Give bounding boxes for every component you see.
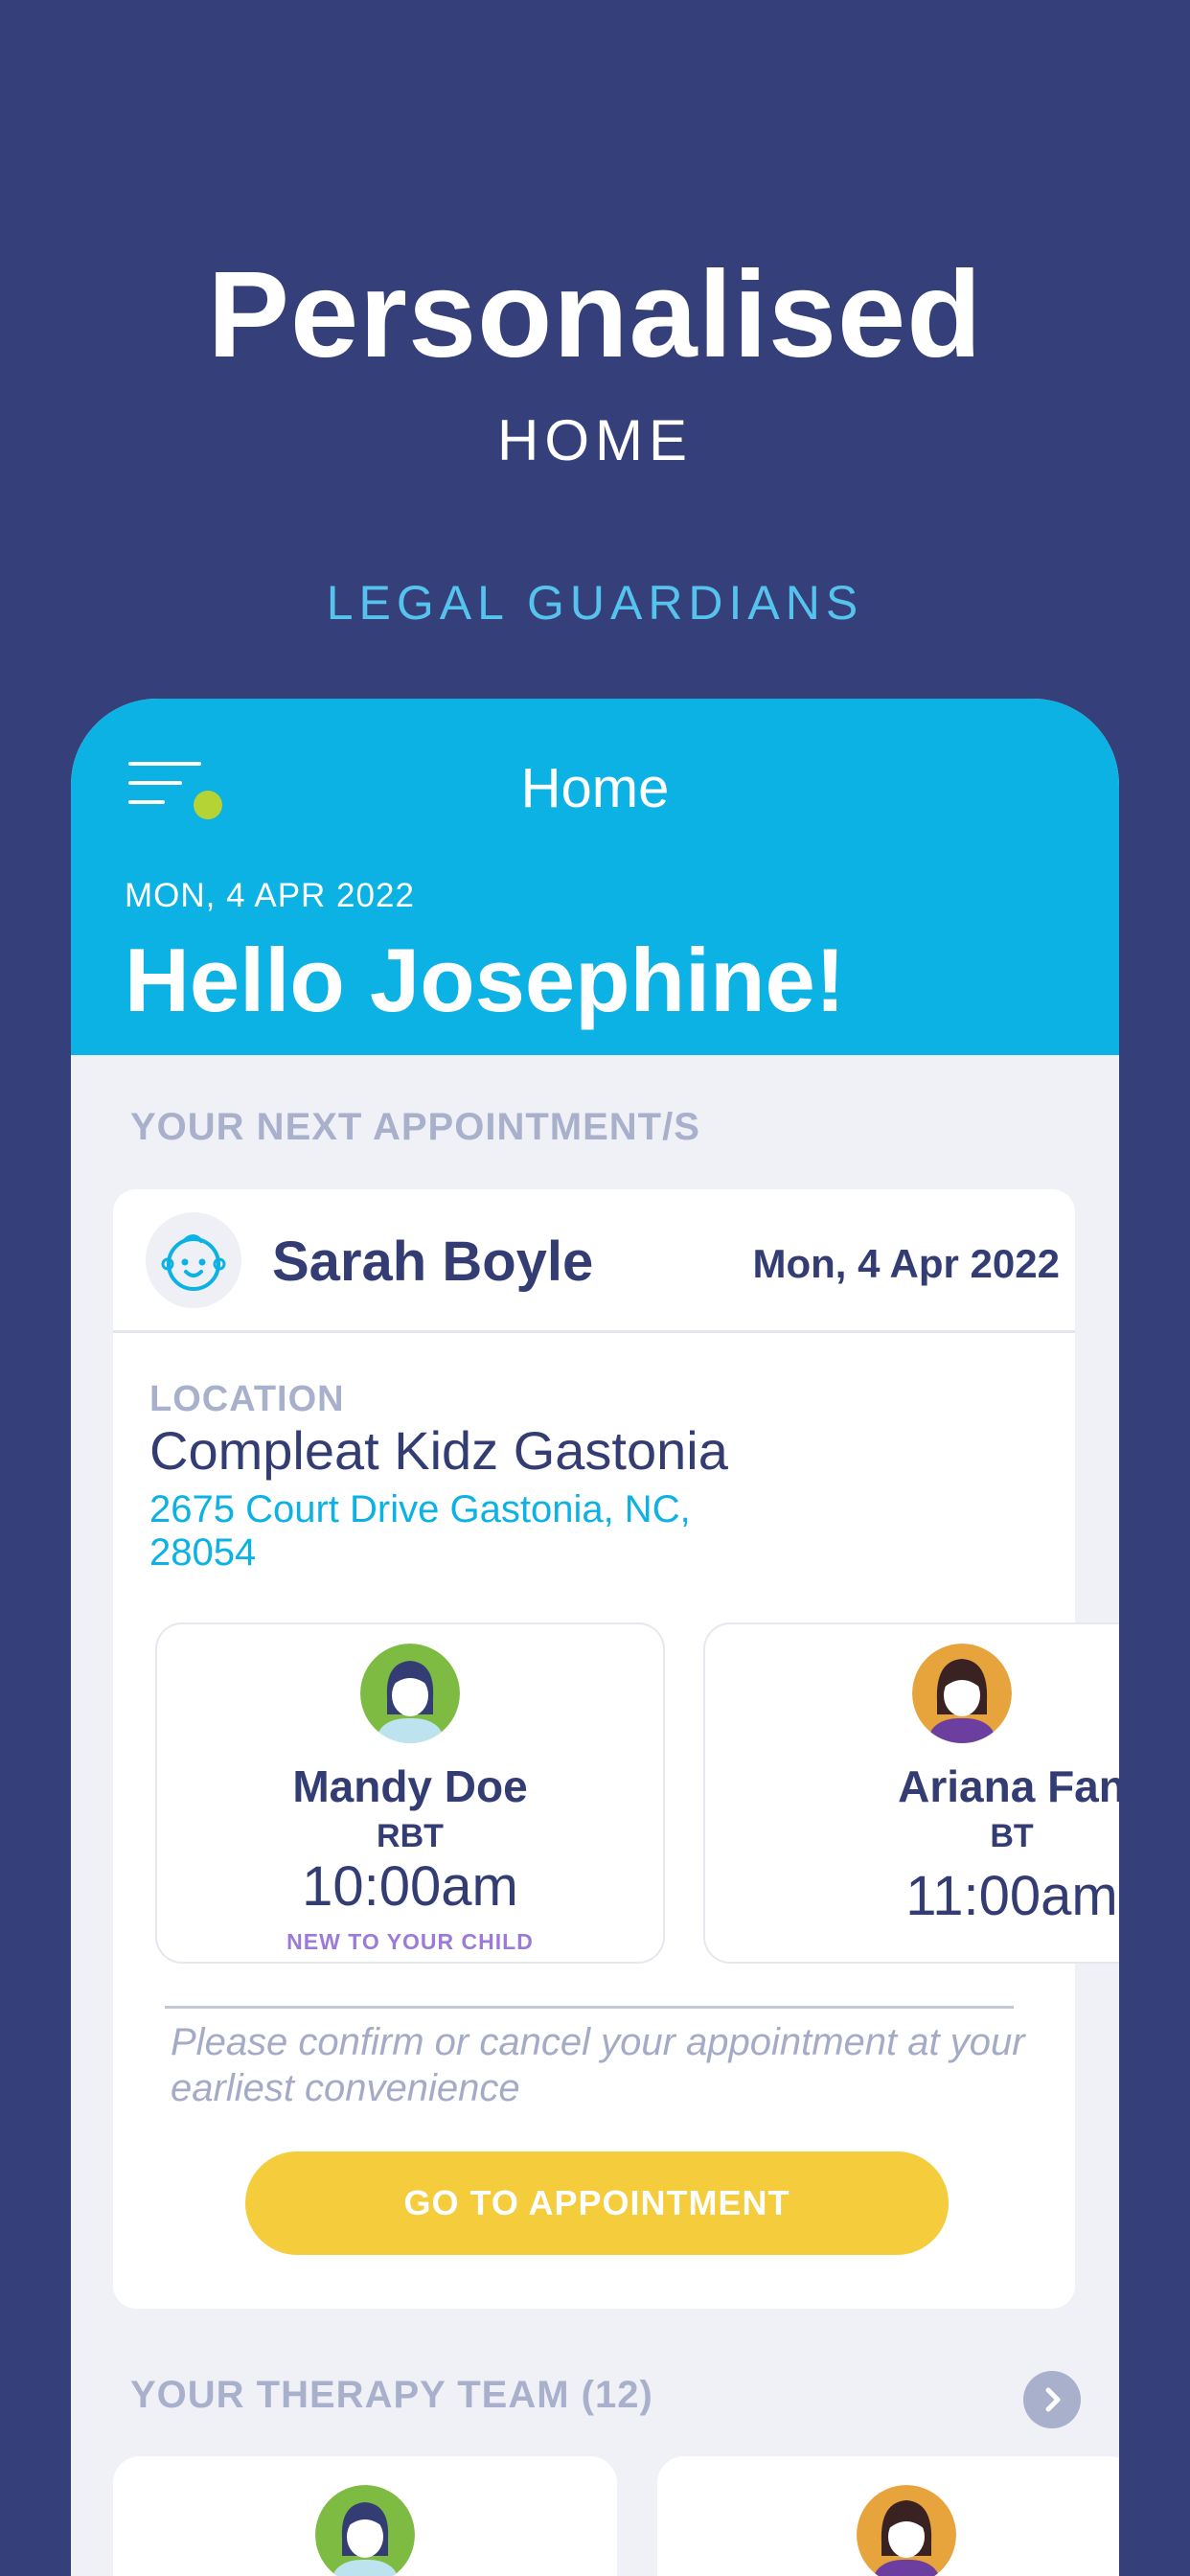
location-name: Compleat Kidz Gastonia xyxy=(149,1420,728,1481)
greeting-heading: Hello Josephine! xyxy=(125,930,846,1030)
child-name: Sarah Boyle xyxy=(272,1230,594,1293)
chevron-right-icon xyxy=(1045,2387,1061,2412)
next-appointment-heading: YOUR NEXT APPOINTMENT/S xyxy=(130,1106,700,1148)
current-date: MON, 4 APR 2022 xyxy=(125,877,415,914)
therapist-name: Ariana Fan xyxy=(898,1761,1119,1811)
new-to-child-badge: NEW TO YOUR CHILD xyxy=(286,1929,534,1954)
therapist-card-ariana[interactable]: Ariana Fan BT 11:00am xyxy=(703,1622,1119,1964)
appointment-card-header: Sarah Boyle Mon, 4 Apr 2022 xyxy=(113,1189,1075,1333)
divider xyxy=(165,2006,1014,2009)
app-header: Home MON, 4 APR 2022 Hello Josephine! xyxy=(71,699,1119,1055)
baby-face-icon xyxy=(161,1234,226,1291)
female-avatar-icon xyxy=(912,1644,1012,1743)
therapist-role: BT xyxy=(990,1818,1034,1854)
therapist-time: 11:00am xyxy=(905,1865,1118,1927)
child-avatar xyxy=(146,1212,241,1308)
team-member-card[interactable] xyxy=(113,2456,617,2576)
appointment-card: Sarah Boyle Mon, 4 Apr 2022 LOCATION Com… xyxy=(113,1189,1119,2309)
go-to-appointment-button[interactable]: GO TO APPOINTMENT xyxy=(245,2151,949,2255)
hero-title: Personalised xyxy=(207,246,983,383)
nav-title: Home xyxy=(520,757,670,819)
confirm-instructions: Please confirm or cancel your appointmen… xyxy=(171,2021,1025,2109)
therapist-role: RBT xyxy=(377,1818,444,1854)
female-avatar-icon xyxy=(360,1644,460,1743)
female-avatar-icon xyxy=(857,2485,956,2576)
female-avatar-icon xyxy=(315,2485,415,2576)
therapist-name: Mandy Doe xyxy=(292,1761,528,1811)
appointment-date: Mon, 4 Apr 2022 xyxy=(752,1241,1060,1286)
therapy-team-heading: YOUR THERAPY TEAM (12) xyxy=(130,2374,653,2416)
hero-category: LEGAL GUARDIANS xyxy=(326,576,864,630)
phone-screen: Home MON, 4 APR 2022 Hello Josephine! YO… xyxy=(71,699,1119,2576)
hero-subtitle: HOME xyxy=(497,408,693,472)
team-member-card[interactable] xyxy=(657,2456,1119,2576)
therapist-card-mandy[interactable]: Mandy Doe RBT 10:00am NEW TO YOUR CHILD xyxy=(155,1622,665,1964)
location-address[interactable]: 2675 Court Drive Gastonia, NC, 28054 xyxy=(149,1488,763,1575)
location-label: LOCATION xyxy=(149,1379,345,1419)
therapist-time: 10:00am xyxy=(302,1855,518,1918)
therapy-team-more-button[interactable] xyxy=(1023,2371,1081,2428)
